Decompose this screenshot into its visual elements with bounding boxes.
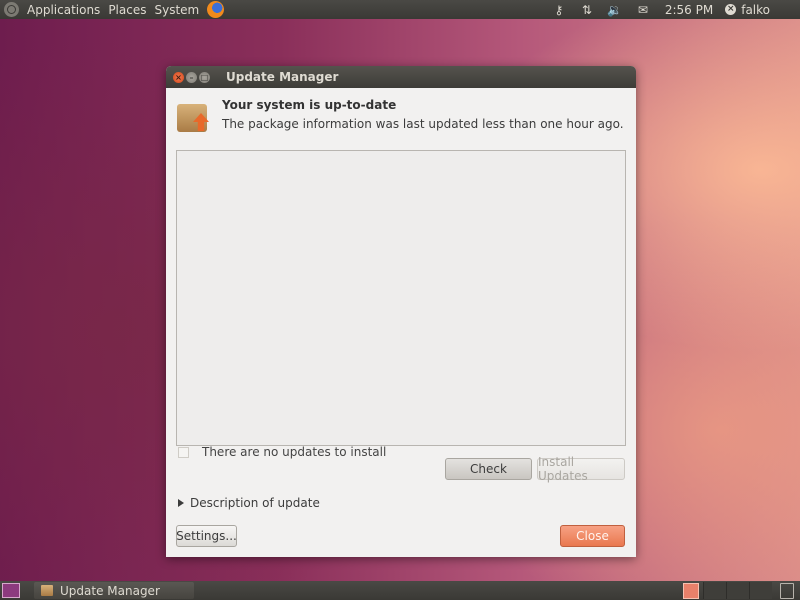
mail-icon[interactable]: ✉ (629, 3, 657, 17)
network-arrows-icon[interactable]: ⇅ (573, 3, 601, 17)
select-all-checkbox[interactable] (178, 446, 189, 458)
taskbar-item-update-manager[interactable]: Update Manager (34, 582, 194, 599)
key-icon[interactable]: ⚷ (545, 3, 573, 17)
menu-system[interactable]: System (150, 3, 203, 17)
description-expander[interactable]: Description of update (178, 496, 320, 510)
firefox-icon[interactable] (207, 1, 225, 18)
check-button[interactable]: Check (445, 458, 532, 480)
install-updates-button[interactable]: Install Updates (537, 455, 625, 483)
ubuntu-logo-icon[interactable] (4, 2, 19, 17)
close-button[interactable]: Close (560, 525, 625, 547)
trash-icon[interactable] (780, 582, 794, 599)
top-panel: Applications Places System ⚷ ⇅ 🔉 ✉ 2:56 … (0, 0, 800, 19)
workspace-switcher (679, 581, 800, 600)
window-close-icon[interactable]: × (173, 71, 184, 83)
workspace-1[interactable] (683, 582, 699, 599)
taskbar-item-label: Update Manager (60, 583, 160, 598)
settings-button[interactable]: Settings... (176, 525, 237, 547)
workspace-2[interactable] (703, 582, 726, 599)
clock[interactable]: 2:56 PM (657, 3, 725, 17)
workspace-4[interactable] (749, 582, 772, 599)
status-subtitle: The package information was last updated… (222, 117, 624, 131)
window-title: Update Manager (226, 70, 339, 84)
window-titlebar[interactable]: × – □ Update Manager (166, 66, 636, 88)
updates-list[interactable] (176, 150, 626, 446)
window-minimize-icon[interactable]: – (186, 71, 197, 83)
expander-arrow-icon (178, 499, 184, 507)
description-label: Description of update (190, 496, 320, 510)
no-updates-label: There are no updates to install (202, 445, 387, 459)
update-manager-window: × – □ Update Manager Your system is up-t… (166, 66, 636, 557)
package-update-icon (176, 100, 210, 134)
bottom-panel: Update Manager (0, 581, 800, 600)
user-status-icon: × (725, 4, 737, 15)
menu-applications[interactable]: Applications (23, 3, 104, 17)
user-menu[interactable]: × falko (725, 3, 800, 17)
status-header: Your system is up-to-date The package in… (176, 98, 624, 134)
window-maximize-icon[interactable]: □ (199, 71, 210, 83)
status-title: Your system is up-to-date (222, 98, 397, 112)
menu-places[interactable]: Places (104, 3, 150, 17)
top-panel-tray: ⚷ ⇅ 🔉 ✉ 2:56 PM × falko (545, 0, 800, 19)
user-name: falko (741, 2, 770, 17)
volume-icon[interactable]: 🔉 (601, 3, 629, 17)
no-updates-row: There are no updates to install (178, 445, 386, 459)
package-update-icon (41, 585, 53, 596)
show-desktop-icon[interactable] (2, 583, 20, 598)
workspace-3[interactable] (726, 582, 749, 599)
